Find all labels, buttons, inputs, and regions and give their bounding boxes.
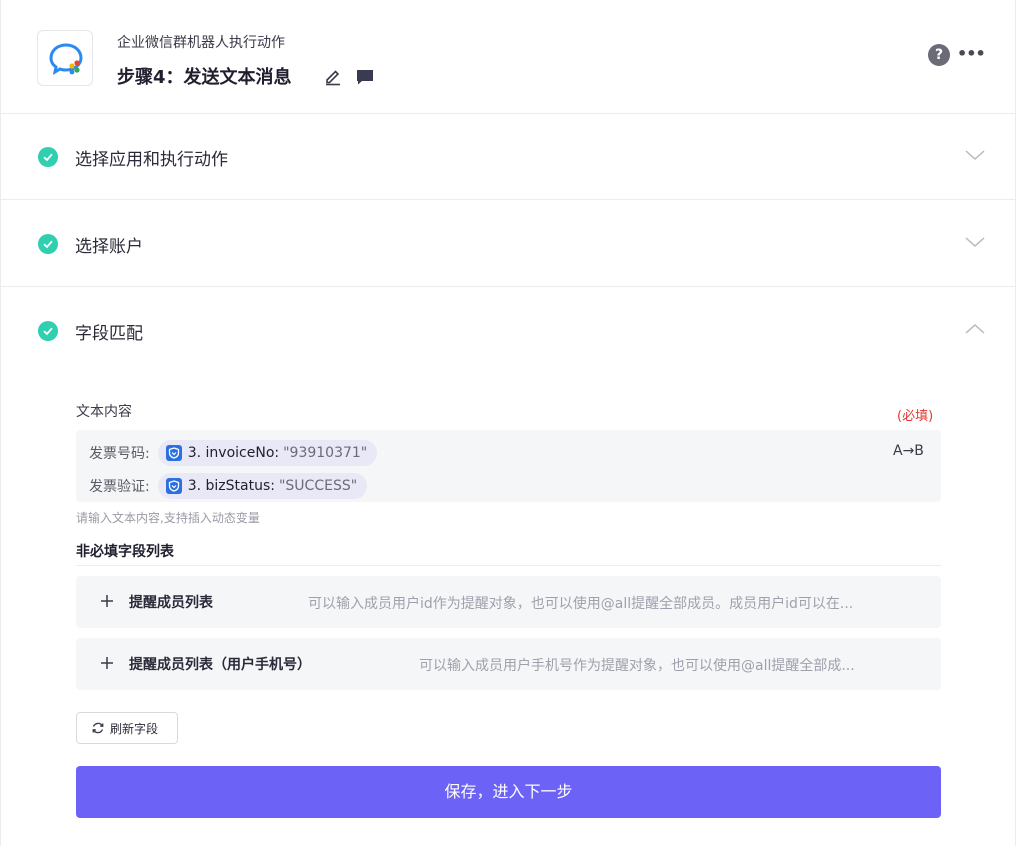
section-select-app-action[interactable]: 选择应用和执行动作 xyxy=(1,114,1015,200)
plus-icon xyxy=(101,657,113,669)
refresh-fields-button[interactable]: 刷新字段 xyxy=(76,712,178,744)
text-content-input[interactable]: 发票号码: 3. invoiceNo: "93910371" 发票验证: 3. … xyxy=(76,430,941,502)
refresh-fields-label: 刷新字段 xyxy=(110,721,159,736)
optional-field-mention-mobiles[interactable]: 提醒成员列表（用户手机号） 可以输入成员用户手机号作为提醒对象，也可以使用@al… xyxy=(76,638,941,690)
app-action-name: 企业微信群机器人执行动作 xyxy=(117,35,285,51)
optional-field-description: 可以输入成员用户id作为提醒对象，也可以使用@all提醒全部成员。成员用户id可… xyxy=(308,596,854,612)
help-icon[interactable]: ? xyxy=(928,44,950,66)
chevron-down-icon[interactable] xyxy=(964,235,986,249)
optional-field-label: 提醒成员列表（用户手机号） xyxy=(129,657,311,673)
required-marker: (必填) xyxy=(897,409,934,424)
line-label: 发票号码: xyxy=(89,446,150,462)
optional-field-mention-members[interactable]: 提醒成员列表 可以输入成员用户id作为提醒对象，也可以使用@all提醒全部成员。… xyxy=(76,576,941,628)
variable-chip[interactable]: 3. invoiceNo: "93910371" xyxy=(157,440,378,466)
wecom-app-logo xyxy=(37,30,93,86)
shield-icon xyxy=(165,478,182,494)
edit-pencil-icon[interactable] xyxy=(323,66,343,86)
section-select-account[interactable]: 选择账户 xyxy=(1,201,1015,287)
step-panel: 企业微信群机器人执行动作 步骤4：发送文本消息 ? ••• 选择应用和执行动作 … xyxy=(0,0,1016,846)
chevron-up-icon[interactable] xyxy=(964,322,986,336)
section-field-mapping[interactable]: 字段匹配 xyxy=(1,288,1015,372)
optional-field-label: 提醒成员列表 xyxy=(129,595,213,611)
save-and-next-button[interactable]: 保存，进入下一步 xyxy=(76,766,941,818)
text-content-hint: 请输入文本内容,支持插入动态变量 xyxy=(76,511,260,525)
text-content-line: 发票号码: 3. invoiceNo: "93910371" xyxy=(89,440,378,466)
check-circle-icon xyxy=(38,321,58,341)
divider xyxy=(76,565,941,566)
variable-key: 3. invoiceNo: xyxy=(187,445,280,461)
variable-key: 3. bizStatus: xyxy=(187,478,275,494)
optional-fields-title: 非必填字段列表 xyxy=(76,544,174,560)
step-title: 步骤4：发送文本消息 xyxy=(117,67,292,88)
section-label: 字段匹配 xyxy=(75,324,143,344)
check-circle-icon xyxy=(38,147,58,167)
plus-icon xyxy=(101,595,113,607)
optional-field-description: 可以输入成员用户手机号作为提醒对象，也可以使用@all提醒全部成... xyxy=(419,658,855,674)
variable-value: "93910371" xyxy=(283,445,368,461)
shield-icon xyxy=(165,445,182,461)
section-label: 选择应用和执行动作 xyxy=(75,150,228,170)
variable-chip[interactable]: 3. bizStatus: "SUCCESS" xyxy=(157,473,368,499)
chevron-down-icon[interactable] xyxy=(964,148,986,162)
section-label: 选择账户 xyxy=(75,237,143,257)
refresh-icon xyxy=(92,722,104,734)
wecom-logo-icon xyxy=(49,43,83,76)
more-options-icon[interactable]: ••• xyxy=(957,44,986,66)
comment-icon[interactable] xyxy=(355,67,375,87)
line-label: 发票验证: xyxy=(89,479,150,495)
text-content-line: 发票验证: 3. bizStatus: "SUCCESS" xyxy=(89,473,368,499)
transform-icon[interactable]: A→B xyxy=(893,443,924,459)
check-circle-icon xyxy=(38,234,58,254)
step-header: 企业微信群机器人执行动作 步骤4：发送文本消息 ? ••• xyxy=(1,0,1015,114)
variable-value: "SUCCESS" xyxy=(278,478,358,494)
text-content-label: 文本内容 xyxy=(76,404,132,420)
